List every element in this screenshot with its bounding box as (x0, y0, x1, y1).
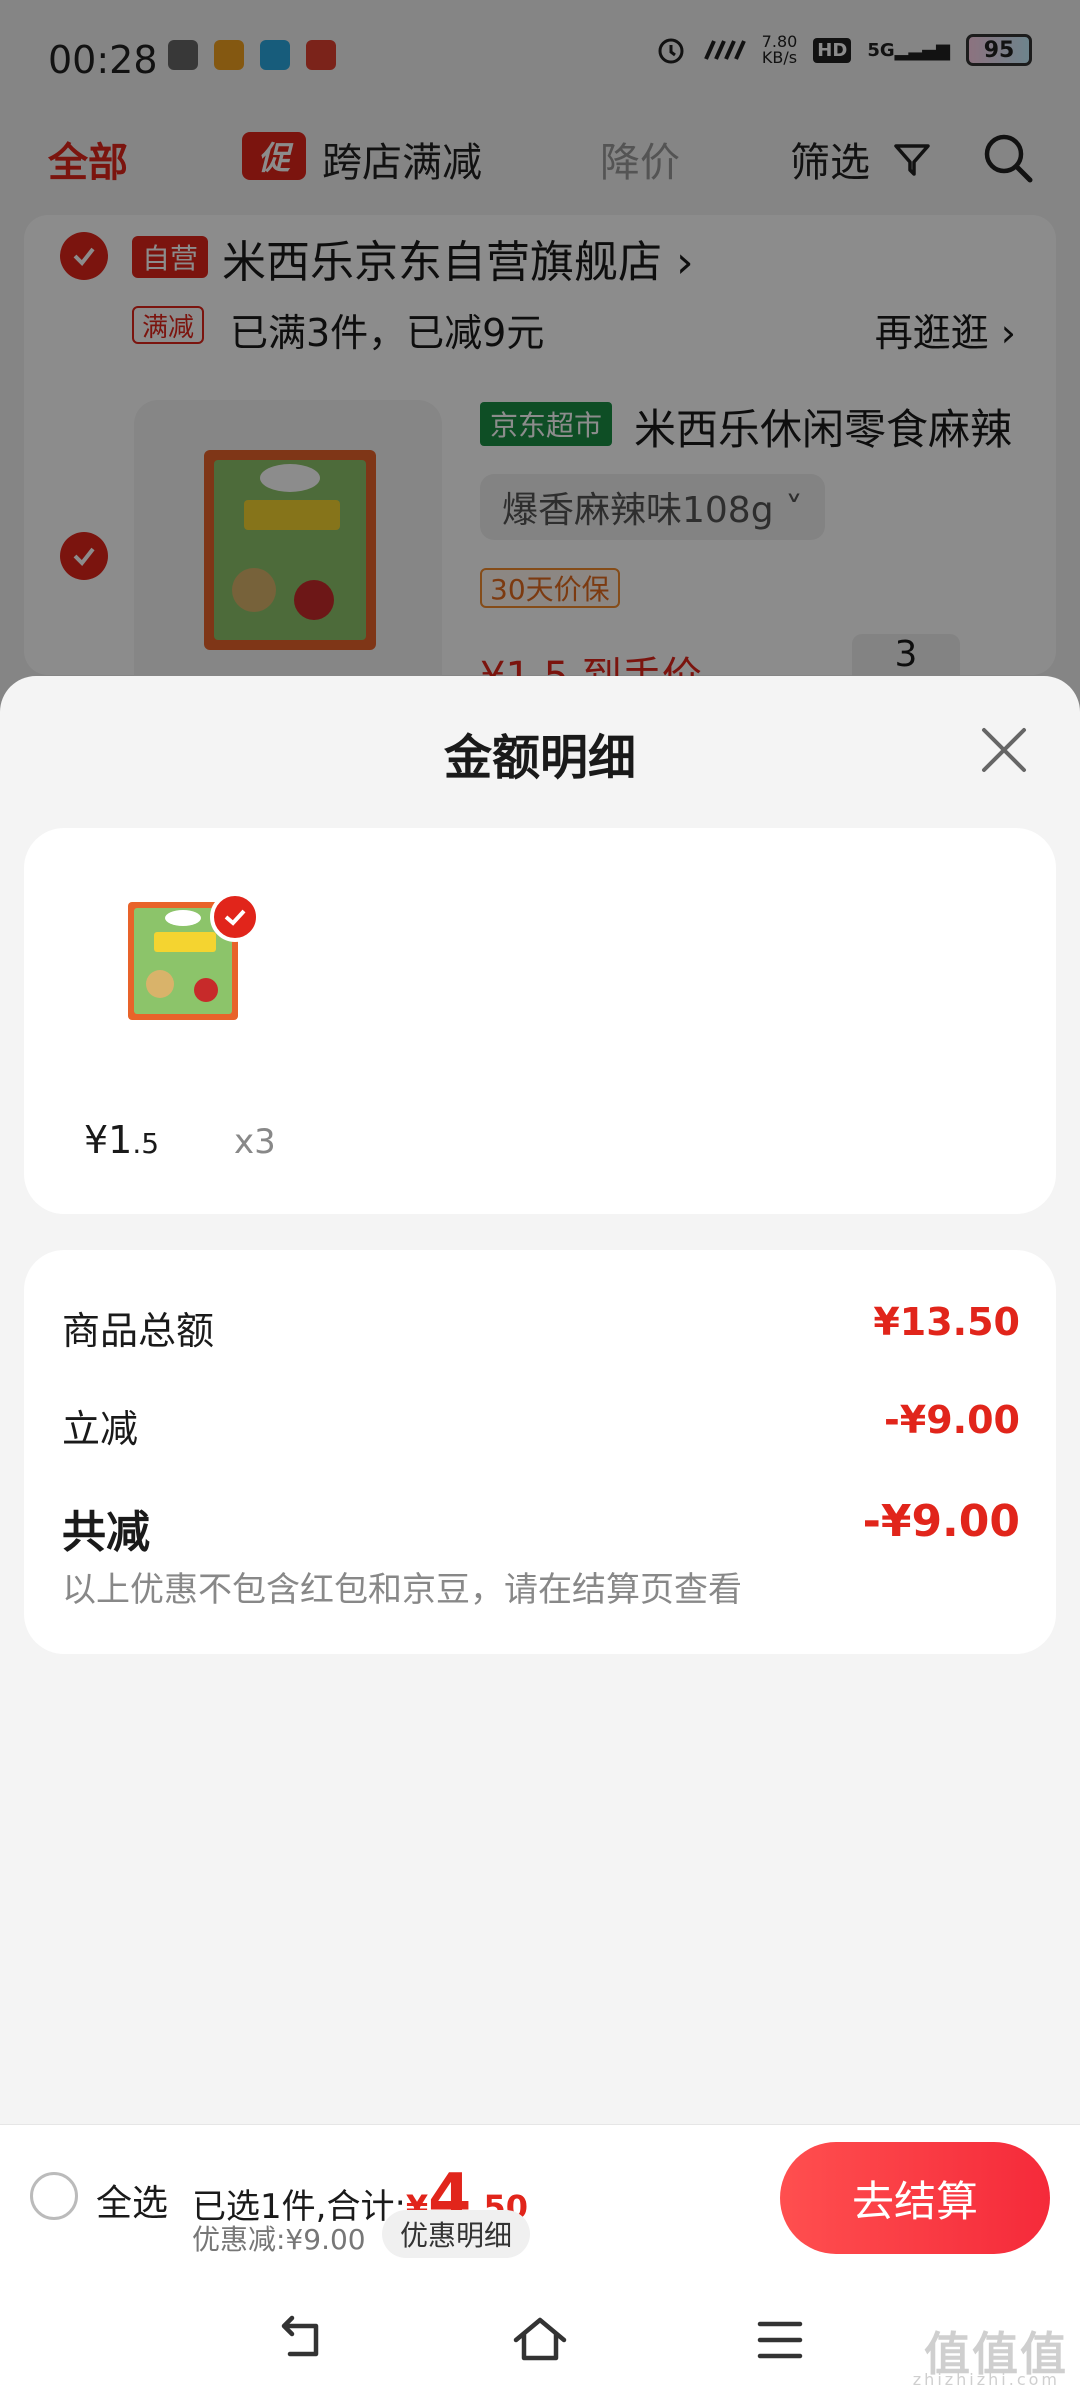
discount-detail-button[interactable]: 优惠明细 (382, 2210, 531, 2258)
select-all-label[interactable]: 全选 (96, 2174, 168, 2226)
total-discount-value: -¥9.00 (862, 1496, 1020, 1547)
sheet-title: 金额明细 (443, 730, 636, 786)
discount-amount: 优惠减:¥9.00 (192, 2223, 366, 2256)
close-icon[interactable] (976, 722, 1032, 778)
back-icon[interactable] (270, 2310, 330, 2370)
home-icon[interactable] (510, 2310, 570, 2370)
checkout-button[interactable]: 去结算 (780, 2142, 1050, 2254)
item-price: ¥1.5 (84, 1118, 160, 1162)
discount-note: 以上优惠不包含红包和京豆，请在结算页查看 (62, 1570, 742, 1610)
total-discount-label: 共减 (62, 1507, 150, 1558)
select-all-checkbox[interactable] (30, 2172, 78, 2220)
goods-total-value: ¥13.50 (873, 1300, 1020, 1344)
watermark-url: zhizhizhi.com (912, 2370, 1060, 2389)
instant-discount-label: 立减 (62, 1407, 139, 1451)
instant-discount-value: -¥9.00 (884, 1398, 1020, 1442)
item-quantity: x3 (234, 1122, 276, 1162)
item-check-icon (210, 892, 260, 942)
menu-icon[interactable] (750, 2310, 810, 2370)
goods-total-label: 商品总额 (62, 1309, 215, 1353)
